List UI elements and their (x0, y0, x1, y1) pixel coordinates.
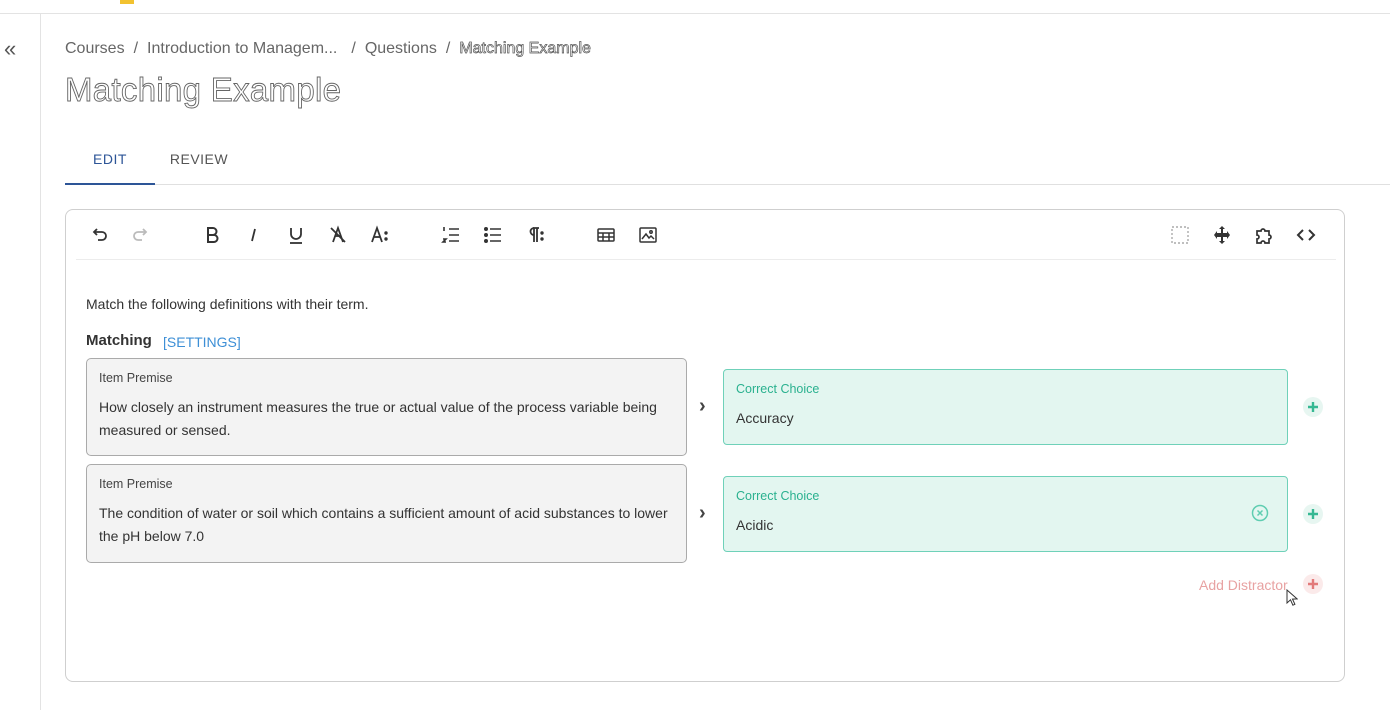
add-distractor-icon[interactable] (1303, 574, 1323, 594)
move-icon[interactable] (1209, 222, 1235, 248)
ordered-list-icon[interactable] (438, 222, 464, 248)
breadcrumb-separator: / (133, 40, 139, 57)
chevron-right-icon: › (699, 395, 706, 417)
bullet-list-icon[interactable] (480, 222, 506, 248)
chevron-right-icon: › (699, 502, 706, 524)
correct-choice[interactable]: Correct Choice Accuracy (723, 369, 1288, 445)
editor-toolbar (76, 210, 1336, 260)
correct-choice[interactable]: Correct Choice Acidic (723, 476, 1288, 552)
settings-link[interactable]: [SETTINGS] (163, 334, 241, 350)
correct-choice-text[interactable]: Acidic (736, 517, 773, 533)
app-logo (120, 0, 134, 4)
undo-icon[interactable] (86, 222, 112, 248)
breadcrumb-course[interactable]: Introduction to Managem... (147, 40, 337, 58)
question-prompt[interactable]: Match the following definitions with the… (86, 296, 368, 312)
table-icon[interactable] (593, 222, 619, 248)
mouse-pointer-icon (1286, 589, 1298, 606)
item-premise[interactable]: Item Premise How closely an instrument m… (86, 358, 687, 456)
top-bar (0, 0, 1390, 14)
correct-choice-text[interactable]: Accuracy (736, 410, 794, 426)
breadcrumb-current: Matching Example (459, 40, 591, 58)
clear-format-icon[interactable] (325, 222, 351, 248)
add-choice-icon[interactable] (1303, 397, 1323, 417)
add-distractor-button[interactable]: Add Distractor (1199, 577, 1288, 593)
remove-choice-icon[interactable] (1251, 504, 1269, 522)
image-icon[interactable] (635, 222, 661, 248)
breadcrumb-separator: / (351, 40, 356, 57)
item-premise[interactable]: Item Premise The condition of water or s… (86, 464, 687, 563)
tab-review[interactable]: REVIEW (155, 140, 243, 184)
tab-edit[interactable]: EDIT (65, 140, 155, 185)
item-premise-text[interactable]: How closely an instrument measures the t… (99, 396, 677, 441)
correct-choice-label: Correct Choice (736, 382, 820, 396)
item-premise-text[interactable]: The condition of water or soil which con… (99, 502, 677, 547)
collapse-sidebar-icon[interactable]: « (4, 36, 22, 62)
question-editor: Match the following definitions with the… (65, 209, 1345, 682)
text-style-icon[interactable] (367, 222, 393, 248)
matching-label: Matching (86, 332, 152, 349)
select-icon[interactable] (1167, 222, 1193, 248)
item-premise-label: Item Premise (99, 371, 173, 385)
bold-icon[interactable] (199, 222, 225, 248)
italic-icon[interactable] (241, 222, 267, 248)
puzzle-icon[interactable] (1251, 222, 1277, 248)
left-rail (0, 14, 41, 710)
breadcrumb-questions[interactable]: Questions (365, 40, 437, 58)
breadcrumb-courses[interactable]: Courses (65, 40, 125, 58)
page-title: Matching Example (65, 71, 342, 109)
code-icon[interactable] (1293, 222, 1319, 248)
redo-icon[interactable] (128, 222, 154, 248)
item-premise-label: Item Premise (99, 477, 173, 491)
breadcrumb: Courses / Introduction to Managem... / Quest… (65, 40, 591, 58)
breadcrumb-separator: / (445, 40, 451, 57)
add-choice-icon[interactable] (1303, 504, 1323, 524)
correct-choice-label: Correct Choice (736, 489, 820, 503)
underline-icon[interactable] (283, 222, 309, 248)
paragraph-icon[interactable] (522, 222, 548, 248)
tab-bar: EDIT REVIEW (65, 140, 1390, 185)
